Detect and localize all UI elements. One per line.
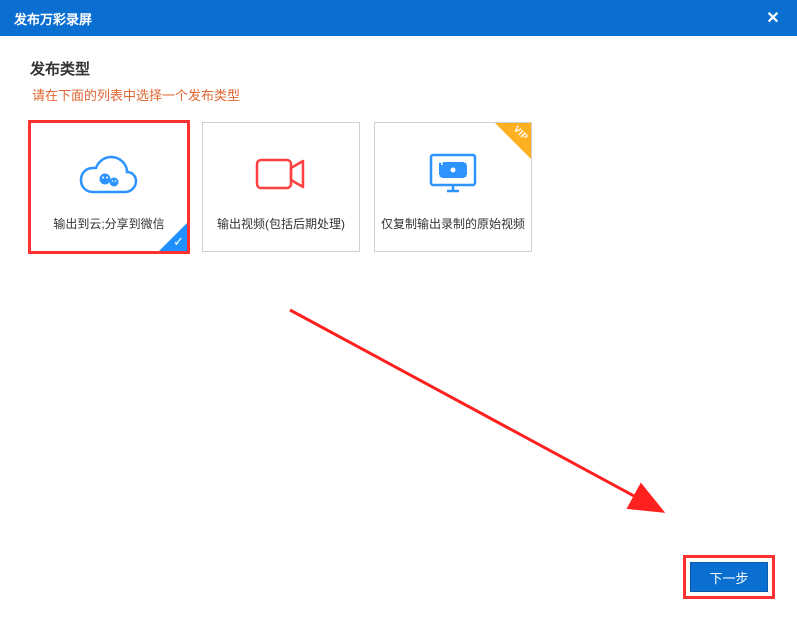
next-button[interactable]: 下一步	[690, 562, 768, 592]
annotation-arrow	[280, 300, 700, 550]
monitor-icon	[423, 149, 483, 199]
titlebar: 发布万彩录屏 ✕	[0, 0, 797, 36]
option-label: 输出视频(包括后期处理)	[211, 217, 351, 233]
option-label: 仅复制输出录制的原始视频	[375, 217, 531, 233]
next-button-highlight: 下一步	[683, 555, 775, 599]
options-row: 输出到云;分享到微信 ✓ 输出视频(包括后期处理) VIP	[30, 122, 767, 252]
window-title: 发布万彩录屏	[14, 9, 92, 28]
option-output-video[interactable]: 输出视频(包括后期处理)	[202, 122, 360, 252]
section-subtitle: 请在下面的列表中选择一个发布类型	[30, 85, 767, 104]
option-copy-raw-video[interactable]: VIP 仅复制输出录制的原始视频	[374, 122, 532, 252]
option-cloud-share[interactable]: 输出到云;分享到微信 ✓	[30, 122, 188, 252]
footer: 下一步	[683, 555, 775, 599]
cloud-icon	[79, 149, 139, 199]
option-label: 输出到云;分享到微信	[47, 217, 170, 233]
section-title: 发布类型	[30, 58, 767, 79]
close-icon[interactable]: ✕	[763, 8, 783, 28]
check-icon: ✓	[173, 234, 184, 250]
content-area: 发布类型 请在下面的列表中选择一个发布类型 输出到云;分享到微信 ✓	[0, 36, 797, 274]
next-button-label: 下一步	[709, 568, 748, 587]
camera-icon	[251, 149, 311, 199]
